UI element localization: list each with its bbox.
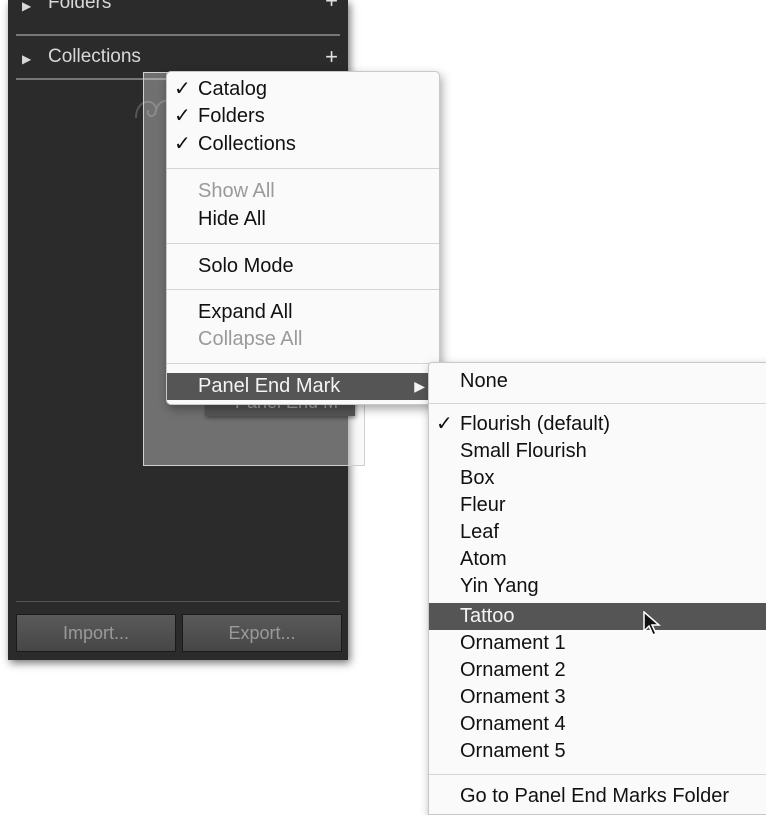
expand-triangle-icon[interactable]: ▶: [22, 0, 31, 13]
submenu-item-ornament-5[interactable]: Ornament 5: [429, 738, 766, 765]
expand-triangle-icon[interactable]: ▶: [22, 52, 31, 66]
menu-item-show-all: Show All: [167, 178, 439, 205]
submenu-item-fleur[interactable]: Fleur: [429, 492, 766, 519]
panel-end-mark-submenu: None ✓ Flourish (default) Small Flourish…: [428, 362, 766, 815]
panel-divider: [16, 34, 340, 36]
menu-item-label: Folders: [198, 105, 265, 127]
menu-separator: [429, 403, 766, 404]
submenu-item-yin-yang[interactable]: Yin Yang: [429, 573, 766, 600]
menu-item-label: None: [460, 370, 508, 392]
menu-item-label: Leaf: [460, 521, 499, 543]
menu-item-label: Panel End Mark: [198, 375, 341, 397]
add-folder-plus-icon[interactable]: +: [325, 0, 338, 14]
menu-item-label: Solo Mode: [198, 255, 294, 277]
submenu-item-ornament-3[interactable]: Ornament 3: [429, 684, 766, 711]
menu-separator: [167, 243, 439, 244]
menu-item-label: Flourish (default): [460, 413, 611, 435]
import-button[interactable]: Import...: [16, 614, 176, 652]
checkmark-icon: ✓: [436, 413, 453, 435]
menu-item-collapse-all: Collapse All: [167, 326, 439, 353]
panel-footer-divider: [16, 601, 340, 602]
submenu-item-tattoo[interactable]: Tattoo: [429, 603, 766, 630]
submenu-item-ornament-1[interactable]: Ornament 1: [429, 630, 766, 657]
menu-item-folders[interactable]: ✓ Folders: [167, 103, 439, 130]
menu-separator: [167, 363, 439, 364]
submenu-item-go-to-folder[interactable]: Go to Panel End Marks Folder: [429, 783, 766, 810]
menu-item-label: Ornament 2: [460, 659, 566, 681]
menu-item-label: Ornament 4: [460, 713, 566, 735]
menu-item-label: Box: [460, 467, 495, 489]
folders-header-label: Folders: [48, 0, 112, 13]
checkmark-icon: ✓: [174, 105, 191, 127]
menu-item-expand-all[interactable]: Expand All: [167, 299, 439, 326]
submenu-item-flourish[interactable]: ✓ Flourish (default): [429, 411, 766, 438]
menu-separator: [167, 168, 439, 169]
submenu-item-ornament-4[interactable]: Ornament 4: [429, 711, 766, 738]
submenu-item-small-flourish[interactable]: Small Flourish: [429, 438, 766, 465]
collections-panel-header[interactable]: ▶ Collections +: [8, 44, 348, 72]
submenu-arrow-icon: ▶: [414, 378, 425, 394]
collections-header-label: Collections: [48, 46, 141, 67]
submenu-item-none[interactable]: None: [429, 368, 766, 395]
menu-item-label: Tattoo: [460, 605, 515, 627]
menu-item-label: Go to Panel End Marks Folder: [460, 785, 730, 807]
folders-panel-header[interactable]: ▶ Folders +: [8, 0, 348, 18]
menu-item-hide-all[interactable]: Hide All: [167, 206, 439, 233]
menu-item-label: Show All: [198, 180, 275, 202]
mouse-pointer-icon: [643, 611, 662, 637]
menu-item-label: Ornament 1: [460, 632, 566, 654]
menu-item-solo-mode[interactable]: Solo Mode: [167, 253, 439, 280]
menu-item-label: Catalog: [198, 78, 267, 100]
checkmark-icon: ✓: [174, 78, 191, 100]
export-button[interactable]: Export...: [182, 614, 342, 652]
menu-item-label: Yin Yang: [460, 575, 539, 597]
menu-item-label: Ornament 3: [460, 686, 566, 708]
menu-item-label: Ornament 5: [460, 740, 566, 762]
panel-context-menu: ✓ Catalog ✓ Folders ✓ Collections Show A…: [166, 71, 440, 405]
menu-item-label: Hide All: [198, 208, 266, 230]
menu-item-label: Collections: [198, 133, 296, 155]
submenu-item-box[interactable]: Box: [429, 465, 766, 492]
menu-item-label: Collapse All: [198, 328, 303, 350]
submenu-item-leaf[interactable]: Leaf: [429, 519, 766, 546]
menu-item-label: Small Flourish: [460, 440, 587, 462]
menu-item-panel-end-mark[interactable]: Panel End Mark ▶: [167, 373, 439, 400]
menu-item-label: Atom: [460, 548, 507, 570]
checkmark-icon: ✓: [174, 133, 191, 155]
submenu-item-atom[interactable]: Atom: [429, 546, 766, 573]
menu-separator: [167, 289, 439, 290]
menu-item-catalog[interactable]: ✓ Catalog: [167, 76, 439, 103]
menu-item-collections[interactable]: ✓ Collections: [167, 131, 439, 158]
menu-item-label: Fleur: [460, 494, 506, 516]
add-collection-plus-icon[interactable]: +: [325, 44, 338, 70]
menu-item-label: Expand All: [198, 301, 293, 323]
menu-separator: [429, 774, 766, 775]
submenu-item-ornament-2[interactable]: Ornament 2: [429, 657, 766, 684]
